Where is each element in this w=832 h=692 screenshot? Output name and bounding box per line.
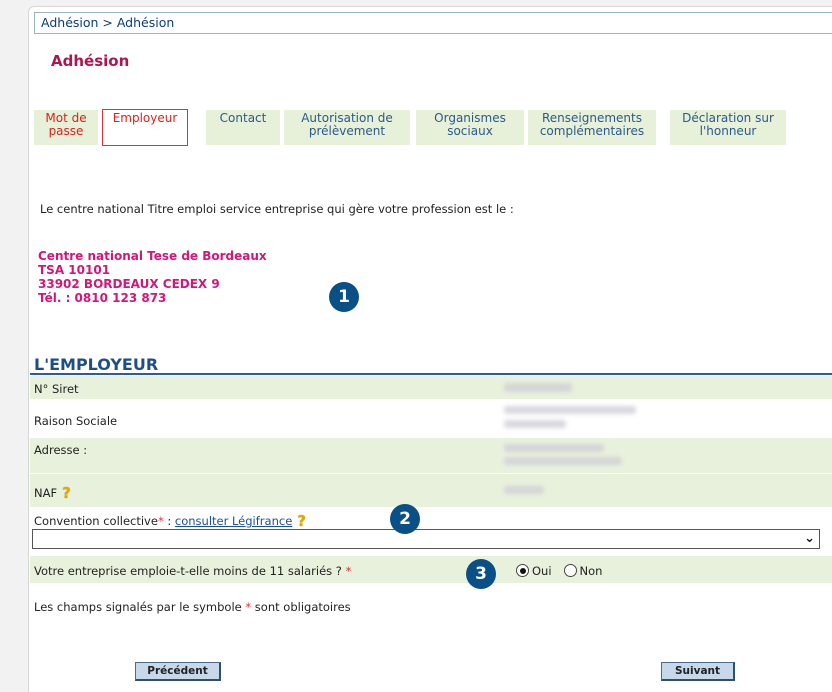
adresse-row: Adresse : xyxy=(30,438,832,474)
section-title: L'EMPLOYEUR xyxy=(34,355,159,374)
adresse-value-redacted-2 xyxy=(504,457,622,465)
required-note: Les champs signalés par le symbole * son… xyxy=(34,600,351,614)
naf-row: NAF? xyxy=(30,474,832,508)
intro-text: Le centre national Titre emploi service … xyxy=(40,202,514,216)
center-phone: Tél. : 0810 123 873 xyxy=(38,291,167,305)
required-asterisk: * xyxy=(345,564,352,578)
question-mark-icon[interactable]: ? xyxy=(62,484,71,502)
tab-autorisation-prelevement[interactable]: Autorisation de prélèvement xyxy=(284,110,410,145)
raison-sociale-value-redacted-2 xyxy=(504,420,566,428)
legifrance-link[interactable]: consulter Légifrance xyxy=(175,514,292,528)
center-name: Centre national Tese de Bordeaux xyxy=(38,249,267,263)
page-title: Adhésion xyxy=(51,52,130,70)
siret-value-redacted xyxy=(504,383,572,392)
required-note-after: sont obligatoires xyxy=(251,600,351,614)
required-note-before: Les champs signalés par le symbole xyxy=(34,600,246,614)
raison-sociale-label: Raison Sociale xyxy=(34,414,118,428)
center-address-line-1: TSA 10101 xyxy=(38,263,111,277)
naf-label-wrap: NAF? xyxy=(34,484,71,502)
naf-label: NAF xyxy=(34,486,58,500)
tab-organismes-sociaux[interactable]: Organismes sociaux xyxy=(416,110,524,145)
section-divider xyxy=(30,373,832,375)
radio-oui[interactable] xyxy=(516,564,529,577)
raison-sociale-row: Raison Sociale xyxy=(30,400,832,438)
tab-mot-de-passe[interactable]: Mot de passe xyxy=(34,110,98,145)
center-address: Centre national Tese de Bordeaux TSA 101… xyxy=(38,249,267,305)
callout-badge-1: 1 xyxy=(329,282,359,312)
adresse-label: Adresse : xyxy=(34,443,88,457)
center-address-line-2: 33902 BORDEAUX CEDEX 9 xyxy=(38,277,220,291)
radio-non-label[interactable]: Non xyxy=(580,564,603,578)
adresse-value-redacted xyxy=(504,444,604,452)
breadcrumb: Adhésion > Adhésion xyxy=(34,12,832,34)
tab-renseignements-complementaires[interactable]: Renseignements complémentaires xyxy=(528,110,656,145)
tab-declaration-honneur[interactable]: Déclaration sur l'honneur xyxy=(670,110,786,145)
tab-employeur[interactable]: Employeur xyxy=(102,109,188,146)
convention-label: Convention collective xyxy=(34,514,158,528)
convention-label-wrap: Convention collective* : consulter Légif… xyxy=(34,512,306,530)
naf-value-redacted xyxy=(504,486,544,494)
employees-radio-group: Oui Non xyxy=(516,564,614,578)
question-mark-icon[interactable]: ? xyxy=(297,512,306,530)
convention-collective-select[interactable]: ⌄ xyxy=(32,529,820,549)
previous-button[interactable]: Précédent xyxy=(135,662,221,681)
tab-contact[interactable]: Contact xyxy=(206,110,280,145)
callout-badge-3: 3 xyxy=(466,559,496,589)
employees-question-wrap: Votre entreprise emploie-t-elle moins de… xyxy=(34,564,351,578)
radio-non[interactable] xyxy=(563,564,577,577)
employees-question: Votre entreprise emploie-t-elle moins de… xyxy=(34,564,342,578)
raison-sociale-value-redacted xyxy=(504,406,636,414)
siret-label: N° Siret xyxy=(34,382,79,396)
employees-row: Votre entreprise emploie-t-elle moins de… xyxy=(30,556,832,584)
callout-badge-2: 2 xyxy=(390,504,420,534)
next-button[interactable]: Suivant xyxy=(661,662,735,681)
convention-separator: : xyxy=(163,514,175,528)
radio-oui-label[interactable]: Oui xyxy=(532,564,552,578)
chevron-down-icon: ⌄ xyxy=(804,531,815,546)
siret-row: N° Siret xyxy=(30,376,832,400)
